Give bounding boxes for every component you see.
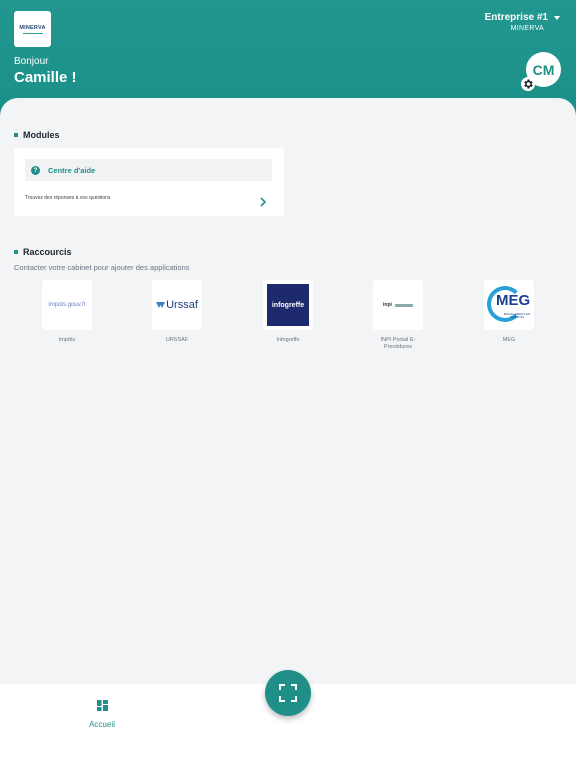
shortcut-impots[interactable]: impots.gouv.fr Impôts bbox=[37, 280, 97, 344]
greeting: Bonjour bbox=[14, 56, 49, 67]
help-center-button[interactable]: ? Centre d'aide bbox=[25, 159, 272, 181]
shortcut-infogreffe[interactable]: infogreffe Infogreffe bbox=[258, 280, 318, 344]
scan-button[interactable] bbox=[265, 670, 311, 716]
dashboard-icon[interactable] bbox=[96, 700, 108, 711]
shortcut-label: Infogreffe bbox=[276, 337, 300, 343]
help-center-label: Centre d'aide bbox=[48, 165, 96, 175]
infogreffe-logo[interactable]: infogreffe bbox=[263, 280, 313, 330]
gear-icon[interactable] bbox=[521, 77, 535, 91]
shortcut-inpi[interactable]: inpi INPI Portail E-Procédures bbox=[368, 280, 428, 351]
shortcut-label: URSSAF bbox=[165, 337, 189, 343]
caret-down-icon[interactable] bbox=[554, 15, 560, 20]
greeting-block: Bonjour Camille ! bbox=[14, 56, 77, 86]
company-selector[interactable]: Entreprise #1 MINERVA bbox=[485, 12, 560, 32]
company-name[interactable]: Entreprise #1 bbox=[485, 12, 548, 23]
nav-label-accueil: Accueil bbox=[89, 720, 115, 729]
shortcut-meg[interactable]: MEG MANAGEMENT EN GESTION MEG bbox=[479, 280, 539, 344]
scan-icon bbox=[279, 684, 297, 702]
help-center-card[interactable]: ? Centre d'aide Trouvez des réponses à v… bbox=[14, 148, 284, 216]
urssaf-logo[interactable]: Urssaf bbox=[152, 280, 202, 330]
shortcut-label: MEG bbox=[502, 337, 516, 343]
modules-section-title: Modules bbox=[14, 130, 60, 140]
help-center-description: Trouvez des réponses à vos questions bbox=[25, 195, 111, 201]
shortcut-label: Impôts bbox=[58, 337, 76, 343]
app-logo: MINERVA bbox=[14, 11, 51, 47]
main-content: Modules ? Centre d'aide Trouvez des répo… bbox=[0, 98, 576, 684]
chevron-right-icon[interactable] bbox=[259, 194, 267, 212]
app-logo-text: MINERVA bbox=[19, 24, 46, 31]
shortcuts-section-title: Raccourcis bbox=[14, 247, 72, 257]
shortcut-urssaf[interactable]: Urssaf URSSAF bbox=[147, 280, 207, 344]
impots-logo[interactable]: impots.gouv.fr bbox=[42, 280, 92, 330]
nav-item-accueil[interactable]: Accueil bbox=[80, 698, 124, 729]
help-icon: ? bbox=[31, 165, 40, 175]
company-sub: MINERVA bbox=[510, 25, 544, 32]
shortcuts-subtitle: Contacter votre cabinet pour ajouter des… bbox=[14, 263, 190, 272]
meg-logo[interactable]: MEG MANAGEMENT EN GESTION bbox=[484, 280, 534, 330]
inpi-logo[interactable]: inpi bbox=[373, 280, 423, 330]
user-name: Camille ! bbox=[14, 69, 77, 86]
shortcut-label: INPI Portail E-Procédures bbox=[380, 337, 416, 350]
